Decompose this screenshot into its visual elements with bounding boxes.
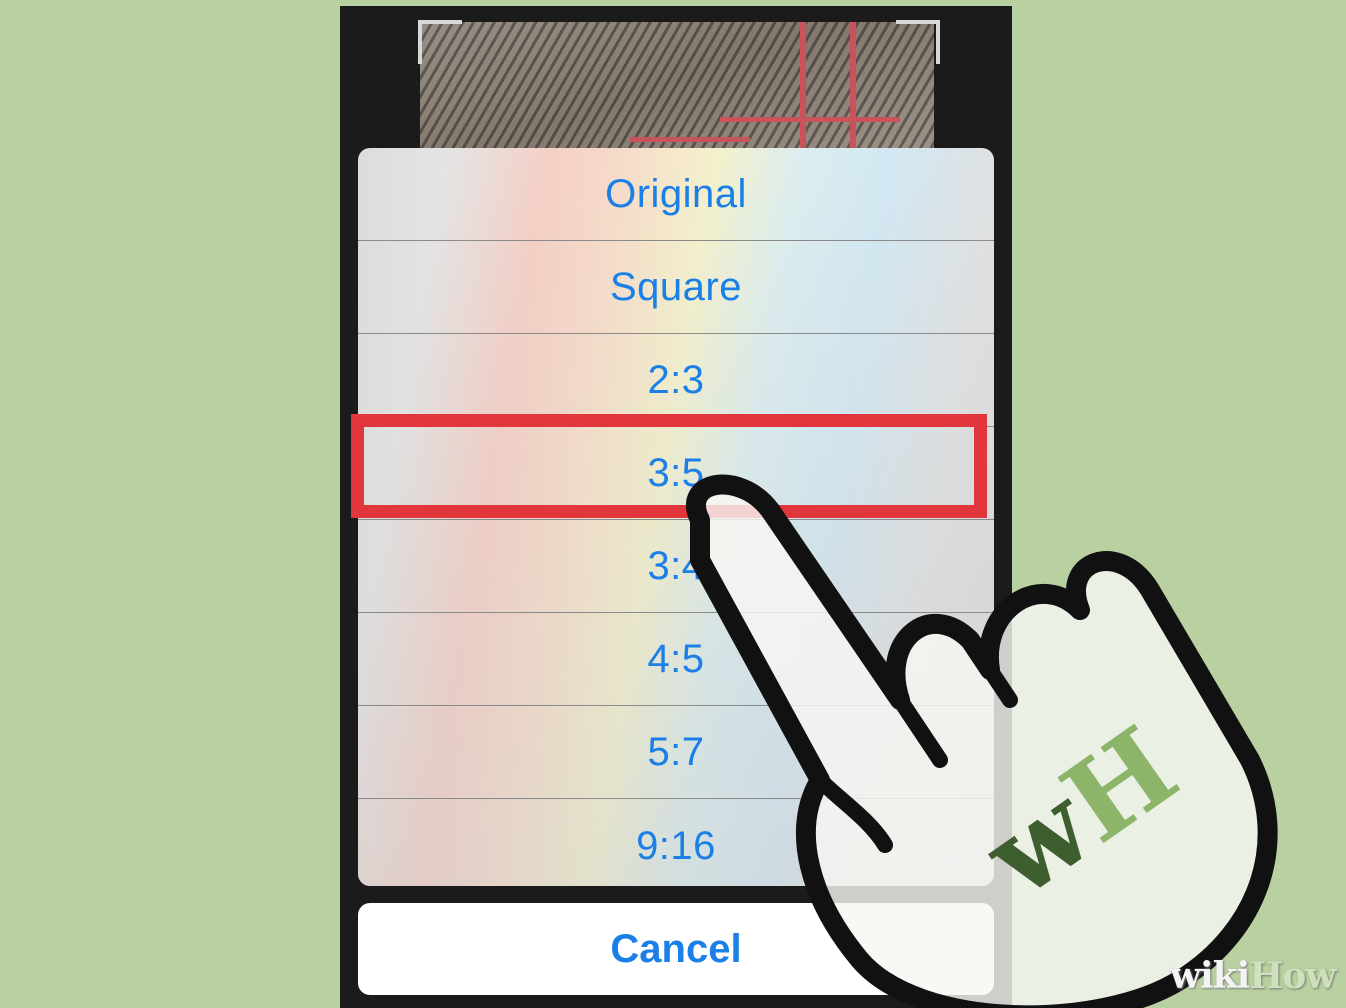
crop-handle-top-right[interactable] — [896, 20, 940, 64]
option-3-4[interactable]: 3:4 — [358, 520, 994, 613]
option-4-5[interactable]: 4:5 — [358, 613, 994, 706]
option-original[interactable]: Original — [358, 148, 994, 241]
screenshot-stage: Original Square 2:3 3:5 3:4 4:5 5:7 9:16… — [0, 0, 1346, 1008]
option-label: 5:7 — [647, 729, 705, 774]
wikihow-watermark: wikiHow — [1170, 955, 1336, 997]
option-label: Original — [605, 171, 747, 216]
option-label: 4:5 — [647, 636, 705, 681]
cancel-button[interactable]: Cancel — [358, 903, 994, 995]
crop-handle-top-left[interactable] — [418, 20, 462, 64]
option-label: 2:3 — [647, 357, 705, 402]
logo-h: H — [1040, 702, 1199, 867]
option-9-16[interactable]: 9:16 — [358, 799, 994, 886]
option-label: Square — [610, 264, 742, 309]
option-label: 3:4 — [647, 543, 705, 588]
watermark-wiki: wiki — [1170, 955, 1250, 997]
option-square[interactable]: Square — [358, 241, 994, 334]
highlight-box — [351, 414, 987, 518]
option-label: 9:16 — [636, 823, 716, 868]
watermark-how: How — [1249, 955, 1336, 997]
option-5-7[interactable]: 5:7 — [358, 706, 994, 799]
cancel-label: Cancel — [610, 926, 742, 971]
